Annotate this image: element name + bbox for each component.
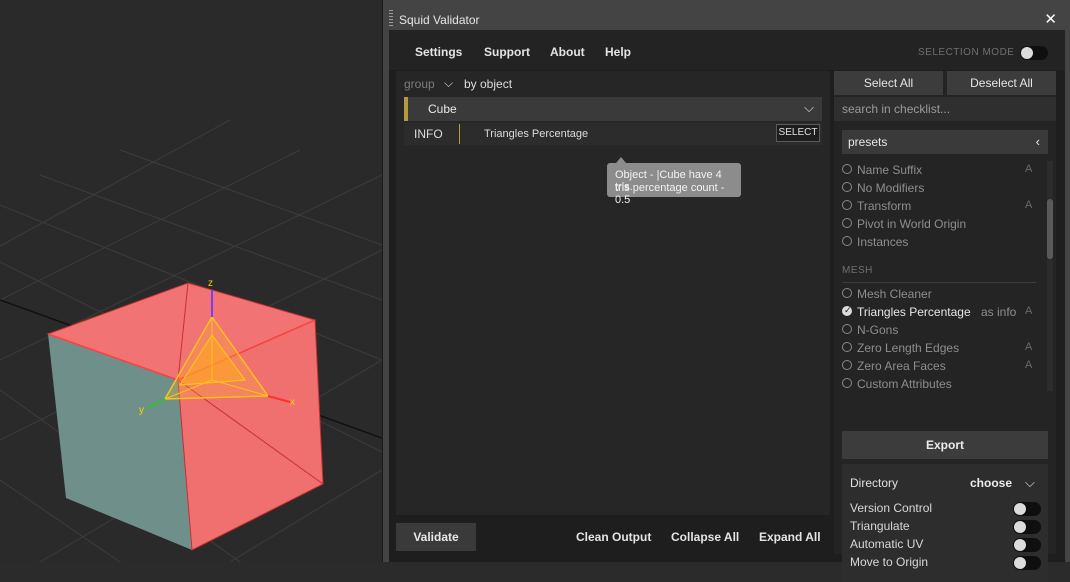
radio-icon[interactable] [842, 182, 852, 192]
menu-bar: Settings Support About Help SELECTION MO… [389, 30, 1065, 70]
presets-dropdown[interactable]: presets ‹ [842, 130, 1048, 154]
export-settings: Directory choose ⌵ Version Control Trian… [842, 464, 1048, 582]
option-move-to-origin-label: Move to Origin [850, 555, 929, 569]
option-version-control-label: Version Control [850, 501, 933, 515]
automatic-uv-toggle[interactable] [1013, 538, 1041, 552]
validator-content: Settings Support About Help SELECTION MO… [389, 30, 1065, 582]
menu-help[interactable]: Help [605, 45, 631, 59]
radio-icon[interactable] [842, 324, 852, 334]
check-triangles-percentage[interactable]: Triangles Percentage as info A [842, 303, 1038, 321]
move-to-origin-toggle[interactable] [1013, 556, 1041, 570]
check-zero-area-faces[interactable]: Zero Area Faces A [842, 357, 1038, 375]
chevron-down-icon[interactable]: ⌵ [1025, 475, 1035, 491]
close-icon[interactable]: ✕ [1044, 10, 1057, 28]
collapse-all-button[interactable]: Collapse All [671, 530, 739, 544]
check-zero-length-edges[interactable]: Zero Length Edges A [842, 339, 1038, 357]
check-name-suffix[interactable]: Name Suffix A [842, 161, 1038, 179]
selection-mode-label: SELECTION MODE [918, 47, 1015, 58]
option-triangulate-label: Triangulate [850, 519, 910, 533]
checklist-scrollbar[interactable] [1047, 161, 1053, 391]
result-check-name: Triangles Percentage [484, 128, 589, 140]
scrollbar-thumb[interactable] [1047, 199, 1053, 259]
checklist-panel: Select All Deselect All presets ‹ Name S… [834, 71, 1056, 582]
mesh-section-header: MESH [842, 265, 873, 276]
radio-icon[interactable] [842, 218, 852, 228]
radio-icon[interactable] [842, 236, 852, 246]
menu-about[interactable]: About [550, 45, 585, 59]
triangulate-toggle[interactable] [1013, 520, 1041, 534]
results-panel: group ⌵ by object Cube ⌵ INFO Triangles … [396, 71, 830, 515]
object-row-cube[interactable]: Cube ⌵ [404, 97, 822, 121]
radio-icon[interactable] [842, 360, 852, 370]
validate-button[interactable]: Validate [396, 523, 476, 551]
result-tooltip: Object - |Cube have 4 tris. tris percent… [607, 157, 741, 206]
group-label: group [404, 77, 435, 91]
radio-icon[interactable] [842, 288, 852, 298]
checklist: Name Suffix A No Modifiers Transform A P… [842, 161, 1048, 423]
result-divider [459, 124, 460, 144]
3d-viewport[interactable]: z x y [0, 0, 382, 562]
export-button[interactable]: Export [842, 431, 1048, 459]
chevron-down-icon[interactable]: ⌵ [804, 100, 814, 116]
check-n-gons[interactable]: N-Gons [842, 321, 1038, 339]
deselect-all-button[interactable]: Deselect All [947, 71, 1056, 95]
drag-grip-icon[interactable] [389, 10, 393, 28]
presets-label: presets [848, 135, 888, 149]
check-pivot-world-origin[interactable]: Pivot in World Origin [842, 215, 1038, 233]
chevron-down-icon[interactable]: ⌵ [444, 76, 453, 91]
validator-window: Squid Validator ✕ Settings Support About… [382, 0, 1070, 582]
chevron-left-icon[interactable]: ‹ [1036, 134, 1040, 149]
window-title: Squid Validator [399, 13, 480, 27]
section-divider [842, 282, 1036, 283]
group-mode-dropdown[interactable]: by object [464, 77, 512, 91]
directory-label: Directory [850, 476, 899, 490]
radio-icon[interactable] [842, 378, 852, 388]
gizmo-z-label: z [208, 278, 213, 289]
check-instances[interactable]: Instances [842, 233, 1038, 251]
tooltip-line-2: tris percentage count - 0.5 [615, 182, 725, 206]
check-severity-label: as info [981, 305, 1017, 319]
gizmo-y-label: y [139, 405, 144, 416]
result-level-badge: INFO [414, 127, 443, 141]
checkmark-icon[interactable] [842, 305, 852, 316]
object-name: Cube [428, 102, 457, 116]
viewport-scene: z x y [0, 119, 382, 562]
menu-support[interactable]: Support [484, 45, 530, 59]
gizmo-x-label: x [290, 397, 295, 408]
option-automatic-uv-label: Automatic UV [850, 537, 924, 551]
check-no-modifiers[interactable]: No Modifiers [842, 179, 1038, 197]
menu-settings[interactable]: Settings [415, 45, 462, 59]
expand-all-button[interactable]: Expand All [759, 530, 821, 544]
radio-icon[interactable] [842, 342, 852, 352]
check-custom-attributes[interactable]: Custom Attributes [842, 375, 1038, 393]
radio-icon[interactable] [842, 200, 852, 210]
result-entry-row[interactable]: INFO Triangles Percentage SELECT [404, 123, 822, 145]
version-control-toggle[interactable] [1013, 502, 1041, 516]
check-mesh-cleaner[interactable]: Mesh Cleaner [842, 285, 1038, 303]
selection-mode-toggle[interactable] [1020, 46, 1048, 60]
select-all-button[interactable]: Select All [834, 71, 943, 95]
select-button[interactable]: SELECT [776, 124, 820, 142]
clean-output-button[interactable]: Clean Output [576, 530, 651, 544]
directory-choose-button[interactable]: choose [970, 476, 1012, 490]
radio-icon[interactable] [842, 164, 852, 174]
check-transform[interactable]: Transform A [842, 197, 1038, 215]
checklist-search-input[interactable] [834, 97, 1056, 121]
